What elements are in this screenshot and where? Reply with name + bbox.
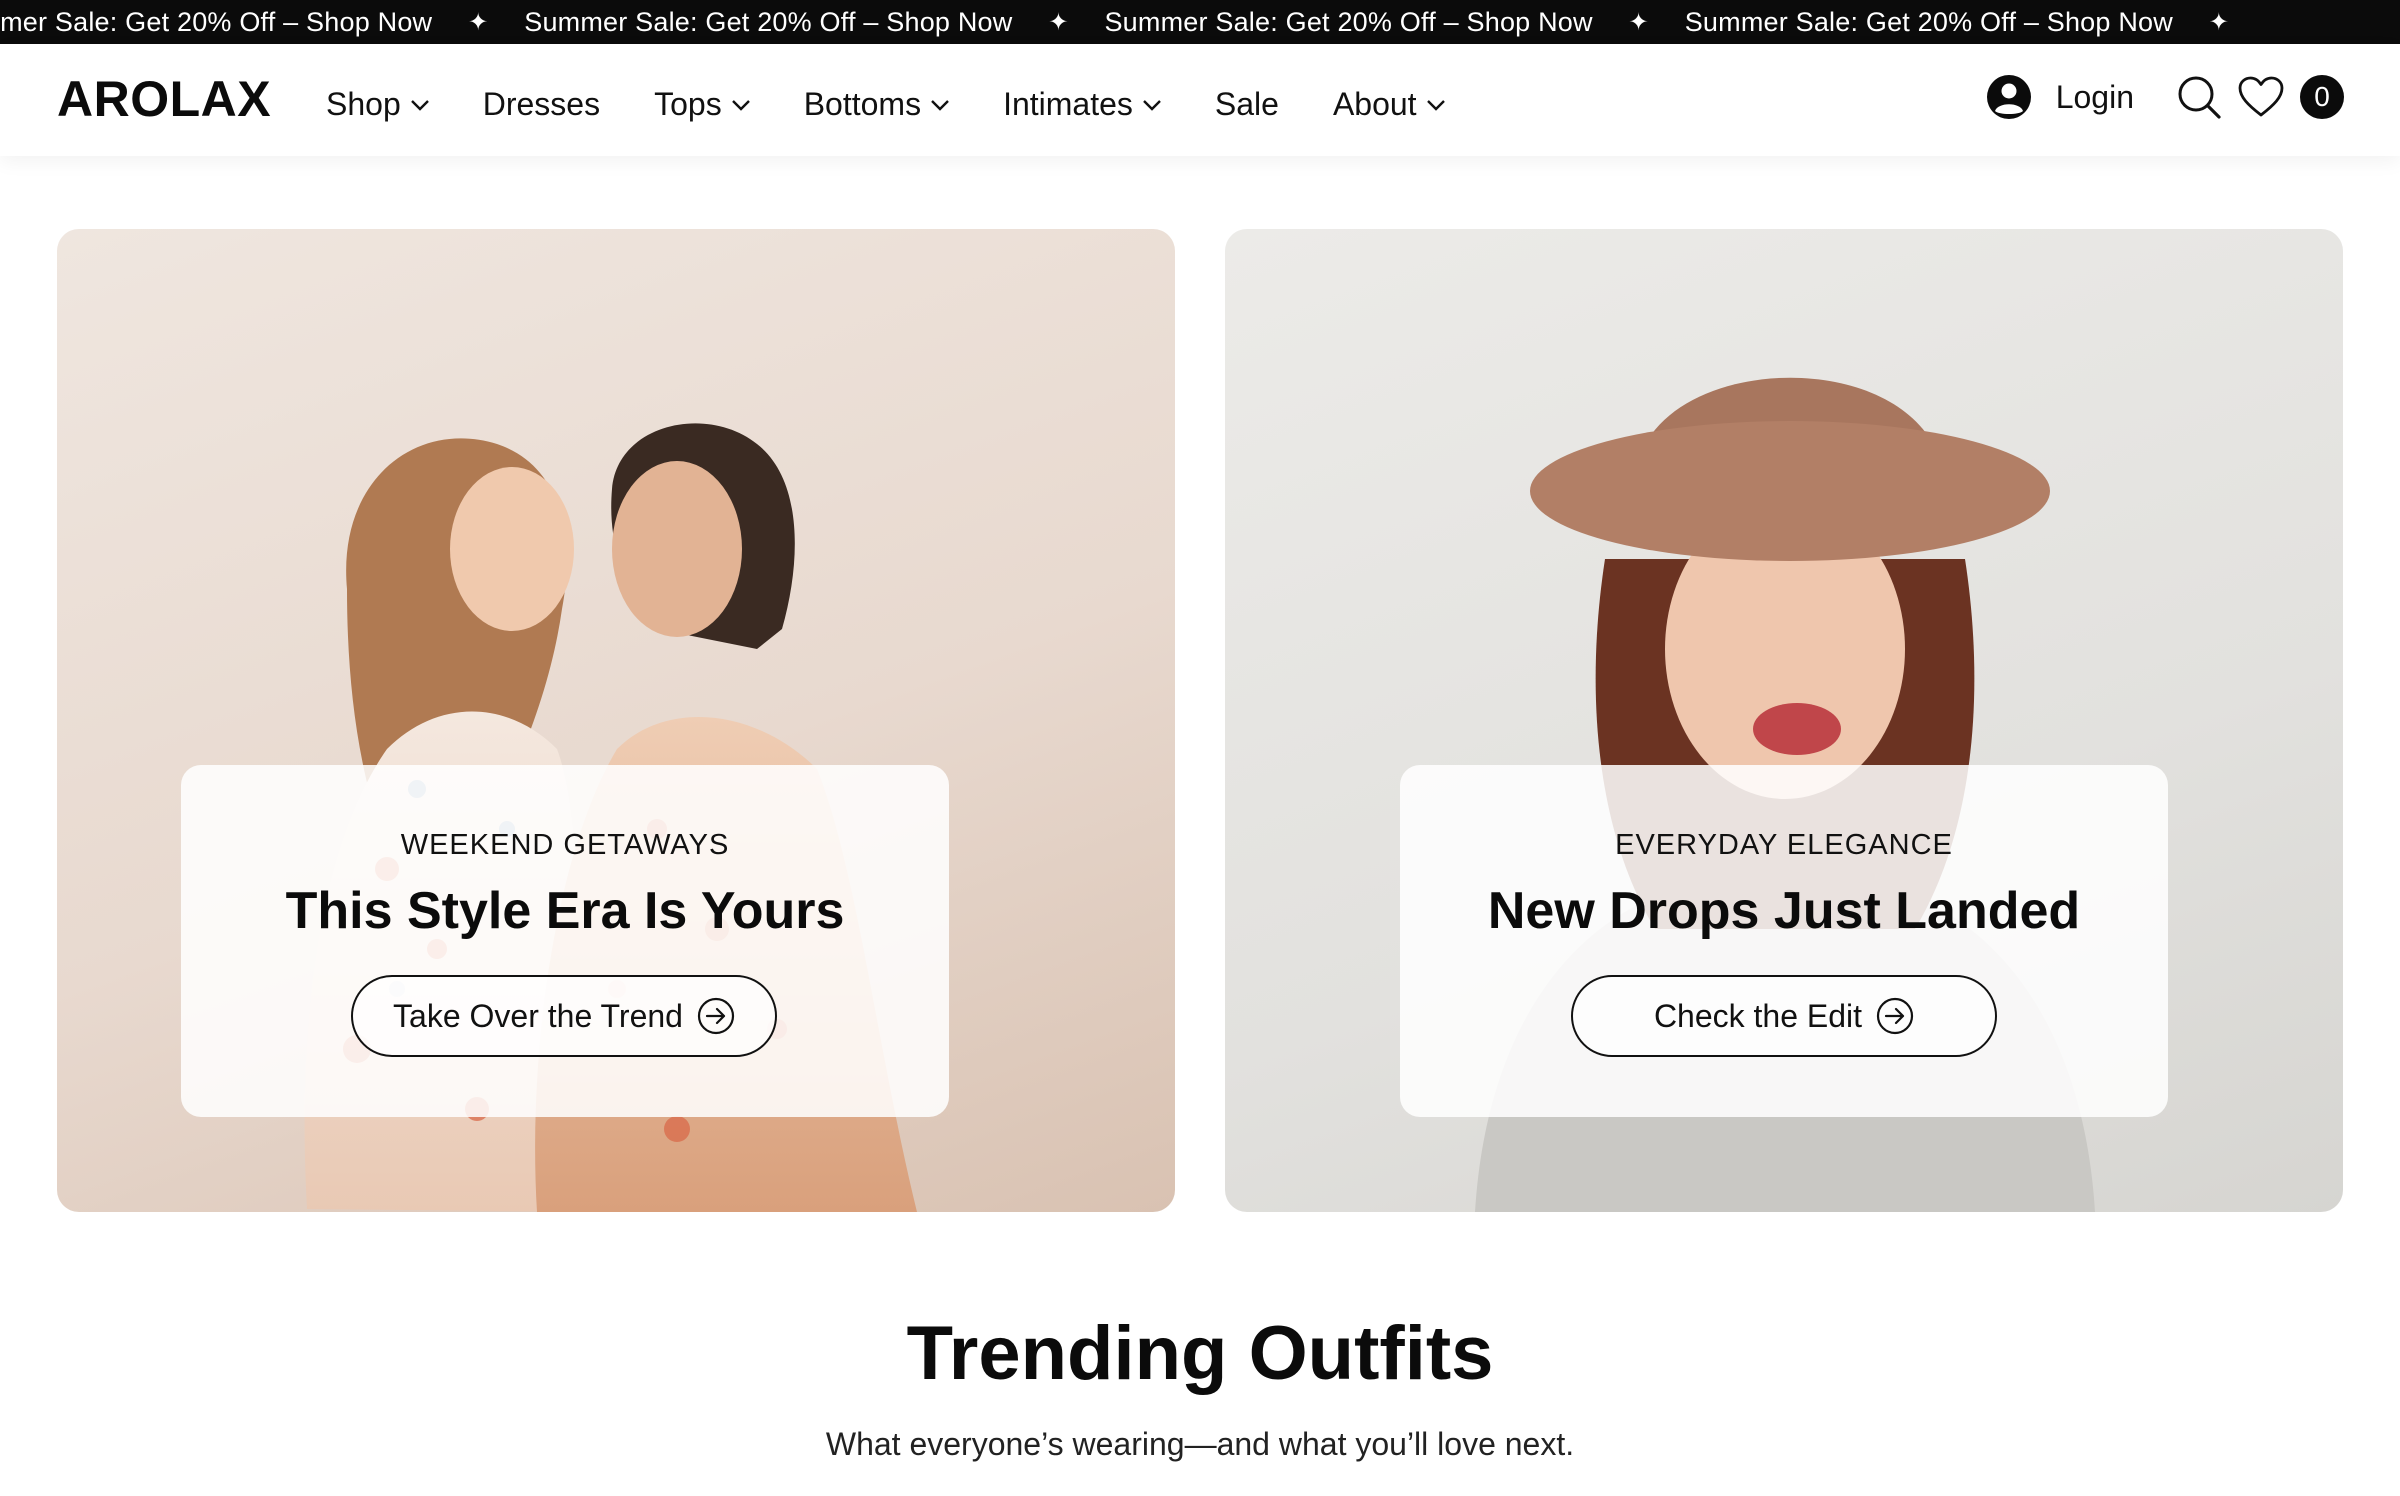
check-the-edit-button[interactable]: Check the Edit (1571, 975, 1997, 1057)
nav-item-bottoms[interactable]: Bottoms (804, 86, 949, 123)
announcement-bar: Summer Sale: Get 20% Off – Shop Now✦ Sum… (0, 0, 2400, 44)
chevron-down-icon (731, 99, 750, 111)
heart-icon (2238, 76, 2284, 117)
chevron-down-icon (410, 99, 429, 111)
brand-logo[interactable]: AROLAX (57, 70, 271, 128)
main-nav: Shop Dresses Tops Bottoms Intimates Sale… (326, 86, 1499, 123)
nav-item-label: Bottoms (803, 86, 922, 122)
nav-item-tops[interactable]: Tops (654, 86, 750, 123)
cta-label: Check the Edit (1653, 997, 1863, 1034)
sparkle-icon: ✦ (1048, 8, 1069, 36)
login-button[interactable]: Login (1986, 74, 2134, 120)
nav-item-dresses[interactable]: Dresses (483, 86, 600, 123)
sparkle-icon: ✦ (2208, 8, 2230, 36)
nav-item-label: About (1332, 86, 1417, 122)
hero-title: This Style Era Is Yours (285, 882, 845, 940)
announcement-item[interactable]: Summer Sale: Get 20% Off – Shop Now✦ (1685, 7, 2265, 38)
nav-item-shop[interactable]: Shop (326, 86, 429, 123)
cta-label: Take Over the Trend (393, 997, 683, 1034)
header-actions: Login 0 (1986, 74, 2344, 120)
user-circle-icon (1986, 75, 2031, 119)
chevron-down-icon (931, 99, 949, 111)
hero-overlay-panel: EVERYDAY ELEGANCE New Drops Just Landed … (1400, 765, 2168, 1117)
section-subtitle: What everyone’s wearing—and what you’ll … (825, 1426, 1575, 1462)
nav-item-about[interactable]: About (1333, 86, 1445, 123)
nav-item-intimates[interactable]: Intimates (1003, 86, 1161, 123)
hero-eyebrow: WEEKEND GETAWAYS (400, 829, 730, 861)
chevron-down-icon (1426, 99, 1445, 111)
search-button[interactable] (2176, 74, 2222, 120)
announcement-item[interactable]: Summer Sale: Get 20% Off – Shop Now✦ (524, 7, 1104, 38)
announcement-item[interactable]: Summer Sale: Get 20% Off – Shop Now✦ (1104, 7, 1684, 38)
nav-item-label: Tops (654, 86, 722, 122)
hero-eyebrow: EVERYDAY ELEGANCE (1615, 829, 1953, 861)
hero-card-everyday-elegance[interactable]: EVERYDAY ELEGANCE New Drops Just Landed … (1225, 229, 2343, 1212)
announcement-track: Summer Sale: Get 20% Off – Shop Now✦ Sum… (0, 0, 2265, 44)
chevron-down-icon (1143, 99, 1161, 111)
section-title: Trending Outfits (906, 1311, 1494, 1396)
hero-overlay-panel: WEEKEND GETAWAYS This Style Era Is Yours… (181, 765, 949, 1117)
search-icon (2178, 76, 2221, 119)
arrow-right-circle-icon (697, 997, 735, 1035)
arrow-right-circle-icon (1876, 997, 1914, 1035)
login-label: Login (2055, 78, 2134, 115)
nav-item-label: Shop (326, 86, 401, 122)
nav-item-label: Dresses (482, 86, 601, 122)
wishlist-button[interactable] (2238, 76, 2284, 118)
nav-item-sale[interactable]: Sale (1215, 86, 1279, 123)
hero-card-weekend-getaways[interactable]: WEEKEND GETAWAYS This Style Era Is Yours… (57, 229, 1175, 1212)
hero-title: New Drops Just Landed (1487, 882, 2081, 940)
take-over-the-trend-button[interactable]: Take Over the Trend (351, 975, 777, 1057)
nav-item-label: Sale (1214, 86, 1279, 122)
announcement-item[interactable]: Summer Sale: Get 20% Off – Shop Now✦ (0, 7, 524, 38)
cart-count-badge[interactable]: 0 (2300, 75, 2344, 119)
nav-item-label: Intimates (1003, 86, 1133, 122)
sparkle-icon: ✦ (468, 8, 489, 36)
site-header: AROLAX Shop Dresses Tops Bottoms Intimat… (0, 44, 2400, 156)
sparkle-icon: ✦ (1628, 8, 1649, 36)
